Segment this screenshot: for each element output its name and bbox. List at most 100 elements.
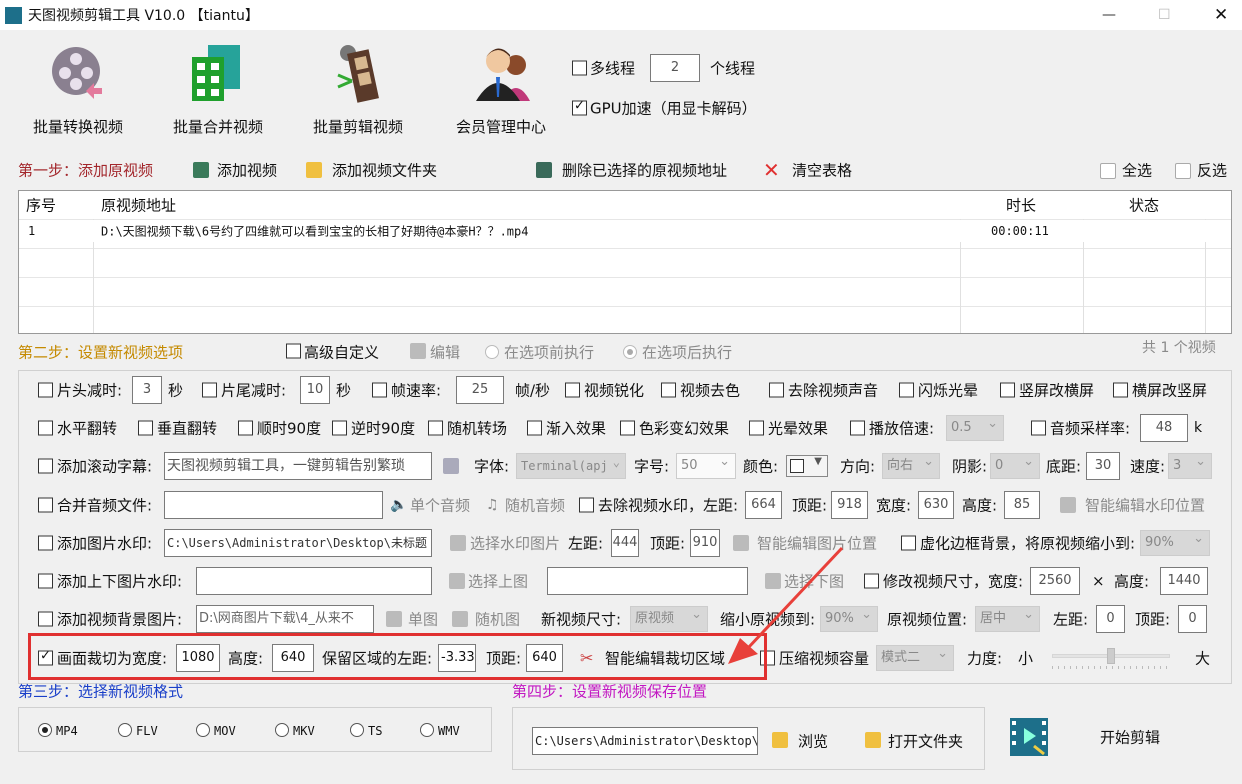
bottom-image-input[interactable] [547, 567, 748, 595]
random-image-button[interactable]: 随机图 [475, 609, 520, 630]
speed-select[interactable]: 0.5 [946, 415, 1004, 441]
random-audio-button[interactable]: 随机音频 [505, 495, 565, 516]
subtitle-input[interactable]: 天图视频剪辑工具，一键剪辑告别繁琐 [164, 452, 432, 480]
rotate-ccw-checkbox[interactable] [332, 420, 347, 436]
merge-audio-checkbox[interactable] [38, 497, 53, 513]
head-trim-checkbox[interactable] [38, 382, 53, 398]
force-slider[interactable] [1052, 648, 1170, 669]
choose-watermark-button[interactable]: 选择水印图片 [470, 533, 560, 554]
shadow-select[interactable]: 0 [990, 453, 1040, 479]
head-trim-input[interactable]: 3 [132, 376, 162, 404]
resize-height-input[interactable]: 1440 [1160, 567, 1208, 595]
sample-rate-input[interactable]: 48 [1140, 414, 1188, 442]
slider-thumb[interactable] [1107, 648, 1115, 664]
watermark-top-input[interactable]: 918 [831, 491, 868, 519]
image-watermark-input[interactable]: C:\Users\Administrator\Desktop\未标题 [164, 529, 432, 557]
header-status[interactable]: 状态 [1129, 195, 1159, 216]
audio-file-input[interactable] [164, 491, 383, 519]
before-radio[interactable] [485, 345, 499, 359]
direction-select[interactable]: 向右 [882, 453, 940, 479]
header-path[interactable]: 原视频地址 [101, 195, 176, 216]
after-radio[interactable] [623, 345, 637, 359]
threads-input[interactable]: 2 [650, 54, 700, 82]
head-trim-label: 片头减时: [57, 381, 123, 400]
header-duration[interactable]: 时长 [1006, 195, 1036, 216]
image-watermark-checkbox[interactable] [38, 535, 53, 551]
color-effect-checkbox[interactable] [620, 420, 635, 436]
tail-trim-input[interactable]: 10 [300, 376, 330, 404]
choose-bottom-image-button[interactable]: 选择下图 [784, 571, 844, 592]
remove-watermark-checkbox[interactable] [579, 497, 594, 513]
format-radio-ts[interactable] [350, 723, 364, 737]
position-select[interactable]: 居中 [975, 606, 1040, 632]
watermark-height-input[interactable]: 85 [1004, 491, 1040, 519]
font-select[interactable]: Terminal(apj [516, 453, 626, 479]
folder-icon [865, 732, 881, 748]
subtitle-edit-icon[interactable] [443, 458, 459, 474]
advanced-checkbox[interactable] [286, 343, 301, 359]
scroll-speed-select[interactable]: 3 [1168, 453, 1212, 479]
top-image-input[interactable] [196, 567, 432, 595]
format-radio-flv[interactable] [118, 723, 132, 737]
fps-checkbox[interactable] [372, 382, 387, 398]
gpu-checkbox[interactable] [572, 99, 587, 116]
minimize-button[interactable]: — [1102, 7, 1116, 23]
browse-label: 浏览 [798, 732, 829, 751]
rotate-cw-checkbox[interactable] [238, 420, 253, 436]
sharpen-checkbox[interactable] [565, 382, 580, 398]
tail-trim-checkbox[interactable] [202, 382, 217, 398]
smart-image-button[interactable]: 智能编辑图片位置 [757, 533, 877, 554]
bg-left-input[interactable]: 0 [1096, 605, 1125, 633]
sample-rate-checkbox[interactable] [1031, 420, 1046, 436]
mute-checkbox[interactable] [769, 382, 784, 398]
single-image-button[interactable]: 单图 [408, 609, 438, 630]
hflip-checkbox[interactable] [38, 420, 53, 436]
new-size-select[interactable]: 原视频 [630, 606, 708, 632]
vflip-checkbox[interactable] [138, 420, 153, 436]
edit-label[interactable]: 编辑 [430, 342, 460, 363]
convert-label: 批量转换视频 [32, 118, 124, 136]
compress-mode-select[interactable]: 模式二 [876, 645, 954, 671]
bg-top-input[interactable]: 0 [1178, 605, 1207, 633]
h2v-checkbox[interactable] [1113, 382, 1128, 398]
format-radio-mp4[interactable] [38, 723, 52, 737]
save-path-input[interactable]: C:\Users\Administrator\Desktop\ [532, 727, 758, 755]
decolor-checkbox[interactable] [661, 382, 676, 398]
color-picker[interactable]: ▼ [786, 455, 828, 477]
fadein-checkbox[interactable] [527, 420, 542, 436]
table-row[interactable]: 1 D:\天图视频下载\6号约了四维就可以看到宝宝的长相了好期待@本豪H？？.m… [19, 220, 1231, 242]
format-radio-wmv[interactable] [420, 723, 434, 737]
v2h-checkbox[interactable] [1000, 382, 1015, 398]
background-image-input[interactable]: D:\网商图片下载\4_从来不 [196, 605, 374, 633]
image-top-input[interactable]: 910 [690, 529, 720, 557]
header-index[interactable]: 序号 [26, 195, 56, 216]
multithread-checkbox[interactable] [572, 60, 587, 76]
member-label: 会员管理中心 [455, 118, 547, 136]
speed-checkbox[interactable] [850, 420, 865, 436]
halo-checkbox[interactable] [749, 420, 764, 436]
subtitle-checkbox[interactable] [38, 458, 53, 474]
resize-checkbox[interactable] [864, 573, 879, 589]
smart-watermark-button[interactable]: 智能编辑水印位置 [1085, 495, 1205, 516]
maximize-button[interactable]: ☐ [1158, 7, 1171, 23]
top-bottom-image-checkbox[interactable] [38, 573, 53, 589]
image-left-input[interactable]: 444 [611, 529, 639, 557]
font-size-select[interactable]: 50 [676, 453, 736, 479]
single-audio-button[interactable]: 单个音频 [410, 495, 470, 516]
resize-width-input[interactable]: 2560 [1030, 567, 1080, 595]
format-radio-mov[interactable] [196, 723, 210, 737]
choose-top-image-button[interactable]: 选择上图 [468, 571, 528, 592]
flash-checkbox[interactable] [899, 382, 914, 398]
close-button[interactable]: ✕ [1214, 5, 1228, 25]
fps-input[interactable]: 25 [456, 376, 504, 404]
blur-border-checkbox[interactable] [901, 535, 916, 551]
watermark-width-input[interactable]: 630 [918, 491, 954, 519]
background-image-checkbox[interactable] [38, 611, 53, 627]
format-radio-mkv[interactable] [275, 723, 289, 737]
watermark-left-input[interactable]: 664 [745, 491, 782, 519]
bottom-margin-input[interactable]: 30 [1086, 452, 1120, 480]
random-transition-checkbox[interactable] [428, 420, 443, 436]
blur-scale-select[interactable]: 90% [1140, 530, 1210, 556]
video-table[interactable]: 序号 原视频地址 时长 状态 1 D:\天图视频下载\6号约了四维就可以看到宝宝… [18, 190, 1232, 334]
shrink-select[interactable]: 90% [820, 606, 878, 632]
